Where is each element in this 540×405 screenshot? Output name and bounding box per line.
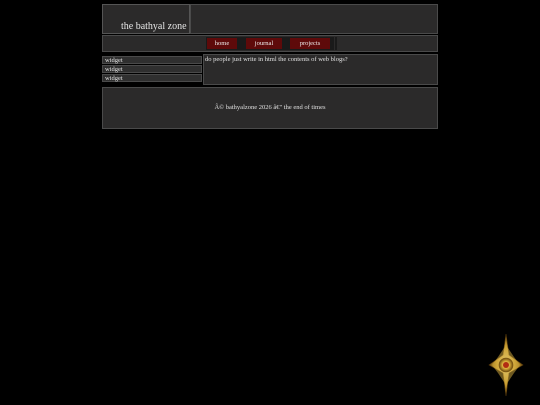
nav-projects-button[interactable]: projects <box>290 38 330 49</box>
nav-divider <box>335 37 337 50</box>
post-text: do people just write in html the content… <box>205 56 348 63</box>
header-logo-box: the bathyal zone <box>102 4 190 34</box>
site-title: the bathyal zone <box>121 21 187 32</box>
sidebar-widget[interactable]: widget <box>102 74 202 82</box>
nav-journal-button[interactable]: journal <box>246 38 282 49</box>
page: the bathyal zone home journal projects w… <box>0 0 540 405</box>
sidebar-widget[interactable]: widget <box>102 65 202 73</box>
main-content: do people just write in html the content… <box>203 54 438 85</box>
nav-bar: home journal projects <box>102 35 438 52</box>
header-banner <box>190 4 438 34</box>
nav-home-button[interactable]: home <box>207 38 237 49</box>
sidebar-widget[interactable]: widget <box>102 56 202 64</box>
golden-sun-icon <box>488 333 524 397</box>
footer: Â© bathyalzone 2026 â€" the end of times <box>102 87 438 129</box>
footer-text: Â© bathyalzone 2026 â€" the end of times <box>214 104 326 111</box>
